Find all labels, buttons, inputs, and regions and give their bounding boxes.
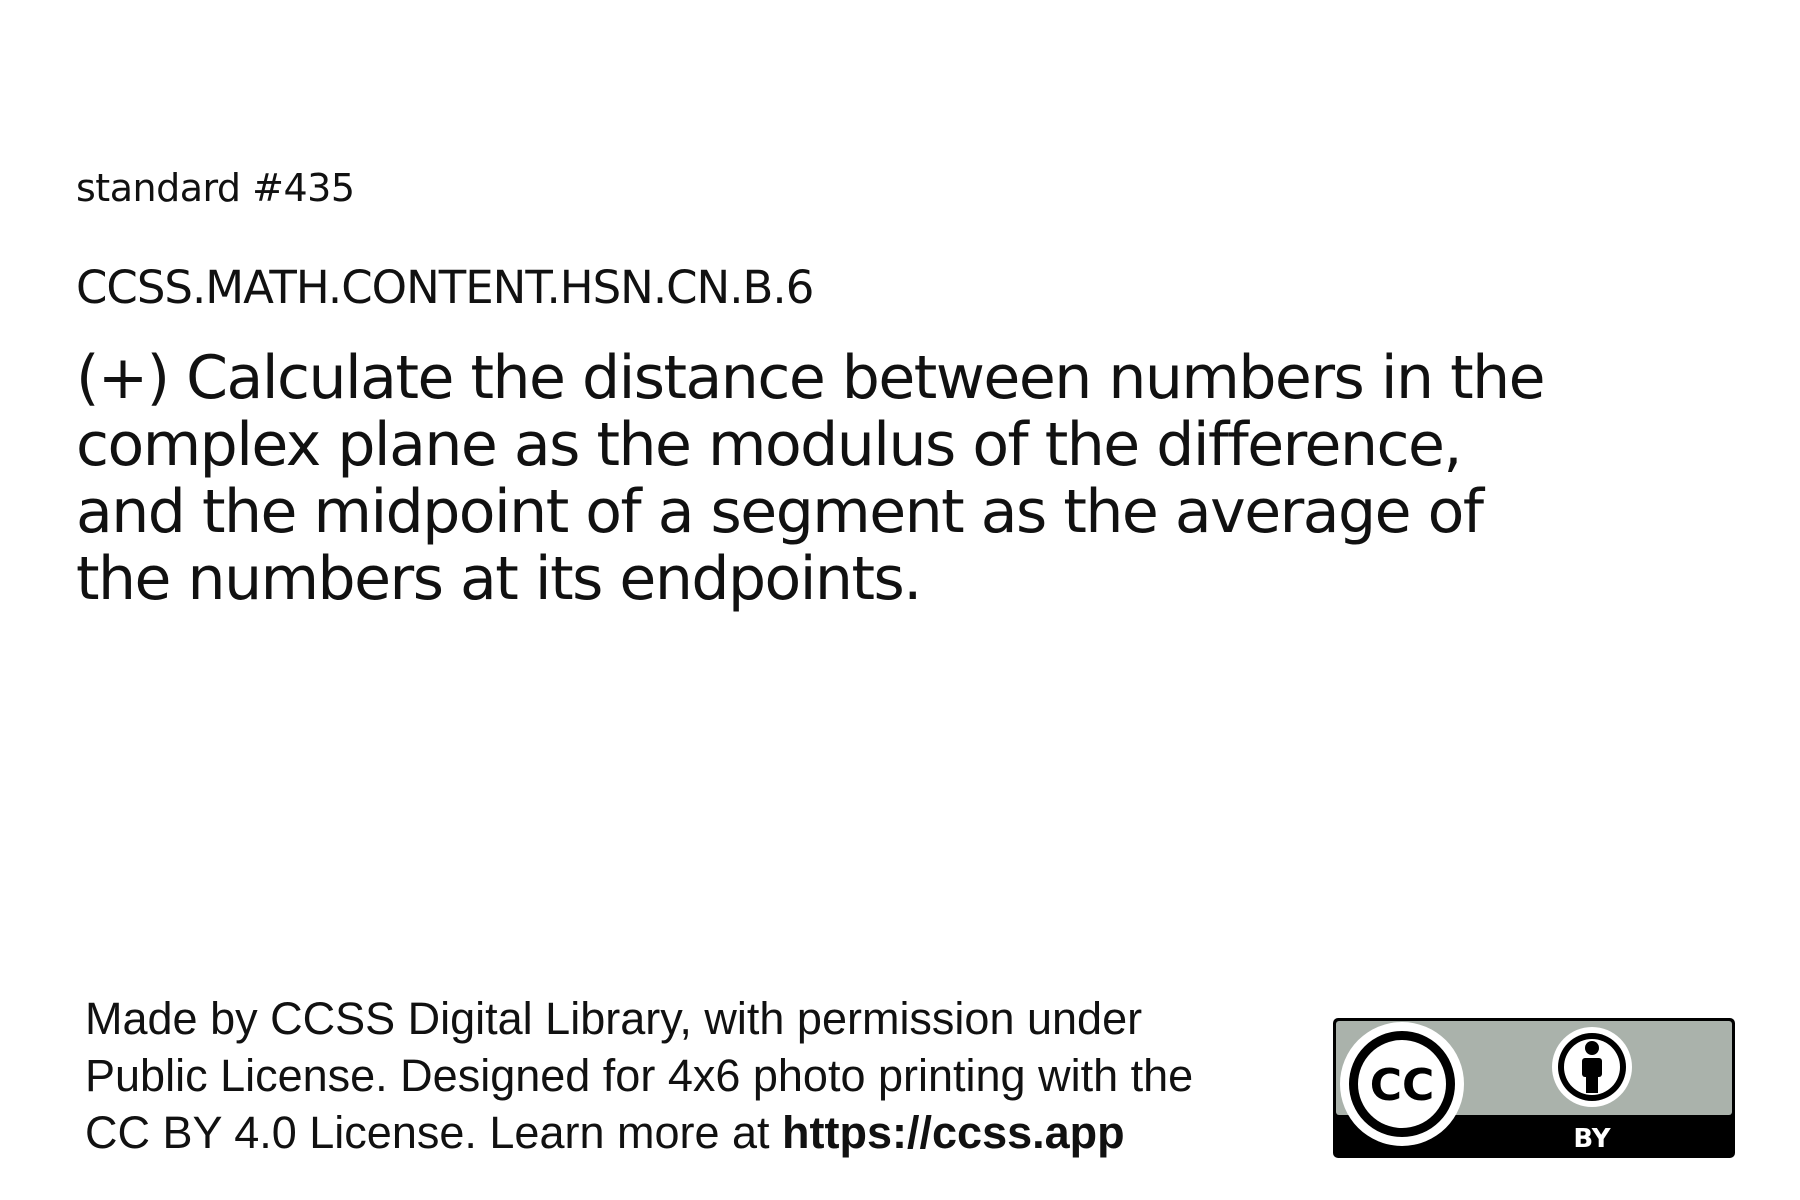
standard-description-line: the numbers at its endpoints. [76,544,922,614]
ccss-app-link[interactable]: https://ccss.app [782,1107,1125,1158]
standard-description-line: and the midpoint of a segment as the ave… [76,477,1484,547]
by-label: BY [1573,1124,1611,1154]
standard-number: standard #435 [76,166,355,210]
standard-description: (+) Calculate the distance between numbe… [76,345,1636,613]
standard-description-line: complex plane as the modulus of the diff… [76,410,1462,480]
attribution-line: Public License. Designed for 4x6 photo p… [85,1050,1194,1101]
cc-icon: CC [1340,1022,1464,1146]
attribution-person-icon [1552,1027,1632,1107]
attribution-text: Made by CCSS Digital Library, with permi… [85,990,1193,1161]
attribution-line: CC BY 4.0 License. Learn more at https:/… [85,1104,1193,1161]
attribution-line: Made by CCSS Digital Library, with permi… [85,993,1143,1044]
attribution-license-text: CC BY 4.0 License. Learn more at [85,1107,783,1158]
standard-description-line: (+) Calculate the distance between numbe… [76,343,1546,413]
standard-code: CCSS.MATH.CONTENT.HSN.CN.B.6 [76,261,814,314]
cc-icon-label: CC [1370,1060,1435,1111]
cc-by-license-badge: CC BY [1333,1018,1735,1158]
